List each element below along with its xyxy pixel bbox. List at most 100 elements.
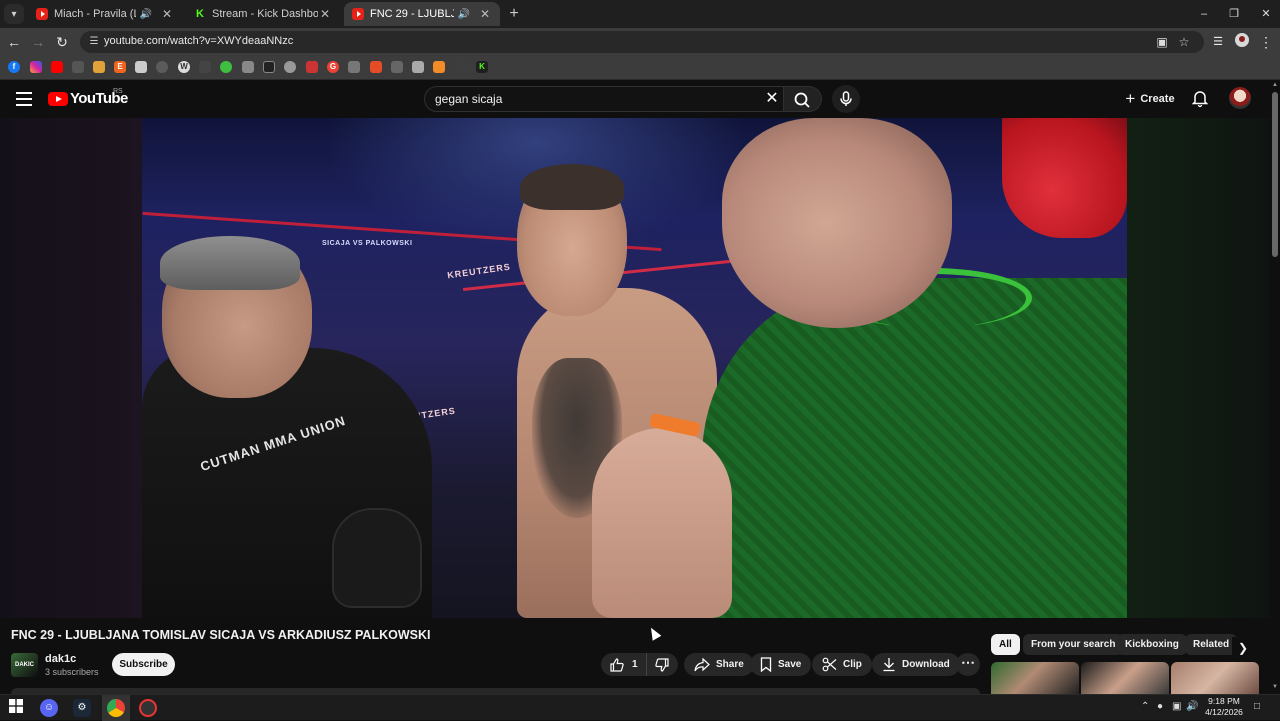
bookmark-icon[interactable] xyxy=(348,61,360,73)
page-scrollbar[interactable]: ▲ ▼ xyxy=(1270,80,1280,694)
media-control-icon[interactable]: ☰ xyxy=(1208,32,1228,52)
scroll-up-icon[interactable]: ▲ xyxy=(1271,82,1279,88)
chrome-icon[interactable] xyxy=(107,699,125,717)
tray-overflow-icon[interactable]: ⌃ xyxy=(1141,701,1149,712)
bookmark-icon[interactable] xyxy=(199,61,211,73)
cast-icon[interactable]: ▣ xyxy=(1154,34,1170,50)
bookmark-icon[interactable] xyxy=(72,61,84,73)
forward-icon[interactable]: → xyxy=(28,32,48,52)
tab-title: Stream - Kick Dashboard xyxy=(212,8,318,20)
bookmark-icon[interactable] xyxy=(135,61,147,73)
cornerman-head xyxy=(722,118,952,328)
youtube-logo-icon[interactable] xyxy=(48,92,68,106)
etsy-icon[interactable]: E xyxy=(114,61,126,73)
tab-1[interactable]: Miach - Pravila (Lyric Video) 🔊 ✕ xyxy=(28,2,182,26)
bookmark-icon[interactable] xyxy=(220,61,232,73)
bookmark-icon[interactable] xyxy=(284,61,296,73)
video-frame[interactable]: SICAJA VS PALKOWSKI KREUTZERS KREUTZERS … xyxy=(142,118,1127,618)
bookmark-icon[interactable] xyxy=(263,61,275,73)
clip-button[interactable]: Clip xyxy=(812,653,872,676)
bookmark-icon[interactable] xyxy=(93,61,105,73)
restore-icon[interactable]: ❐ xyxy=(1224,4,1244,24)
channel-avatar[interactable]: DAKIC xyxy=(11,653,38,677)
bookmark-star-icon[interactable]: ☆ xyxy=(1176,34,1192,50)
scrollbar-thumb[interactable] xyxy=(1272,92,1278,257)
minimize-icon[interactable]: – xyxy=(1194,4,1214,24)
chip-related[interactable]: Related xyxy=(1185,634,1238,655)
related-video-thumbnail[interactable] xyxy=(1081,662,1169,694)
search-input[interactable]: gegan sicaja xyxy=(435,92,502,106)
site-info-icon[interactable]: ☰ xyxy=(86,34,102,50)
video-player[interactable]: SICAJA VS PALKOWSKI KREUTZERS KREUTZERS … xyxy=(0,118,1270,618)
search-box[interactable]: gegan sicaja ✕ xyxy=(424,86,784,112)
close-tab-icon[interactable]: ✕ xyxy=(478,7,492,21)
subscribe-button[interactable]: Subscribe xyxy=(112,653,175,676)
back-icon[interactable]: ← xyxy=(4,32,24,52)
like-button[interactable]: 1 xyxy=(601,653,647,676)
scroll-down-icon[interactable]: ▼ xyxy=(1271,684,1279,690)
dislike-button[interactable] xyxy=(647,653,678,676)
volume-icon[interactable]: 🔊 xyxy=(1186,701,1198,712)
notification-center-icon[interactable]: □ xyxy=(1254,701,1260,712)
discord-icon[interactable]: ☺ xyxy=(40,699,58,717)
create-button[interactable]: + Create xyxy=(1118,86,1182,112)
speaker-icon[interactable]: 🔊 xyxy=(140,9,152,20)
save-button[interactable]: Save xyxy=(750,653,812,676)
voice-search-button[interactable] xyxy=(832,85,860,113)
tab-2[interactable]: K Stream - Kick Dashboard ✕ xyxy=(186,2,340,26)
reload-icon[interactable]: ↻ xyxy=(52,32,72,52)
google-icon[interactable]: G xyxy=(327,61,339,73)
bookmark-icon[interactable] xyxy=(433,61,445,73)
bookmark-icon[interactable] xyxy=(242,61,254,73)
clock-date: 4/12/2026 xyxy=(1205,707,1243,717)
tab-3-active[interactable]: FNC 29 - LJUBLJANA TOMISLAV SICAJA VS AR… xyxy=(344,2,500,26)
network-icon[interactable]: ▣ xyxy=(1172,701,1181,712)
share-button[interactable]: Share xyxy=(684,653,754,676)
chevron-right-icon[interactable]: ❯ xyxy=(1232,637,1254,659)
chip-all[interactable]: All xyxy=(991,634,1020,655)
system-clock[interactable]: 9:18 PM 4/12/2026 xyxy=(1198,696,1250,718)
windows-start-icon[interactable] xyxy=(7,699,25,717)
chip-kickboxing[interactable]: Kickboxing xyxy=(1117,634,1187,655)
facebook-icon[interactable]: f xyxy=(8,61,20,73)
search-button[interactable] xyxy=(784,86,822,112)
profile-avatar[interactable] xyxy=(1232,32,1252,52)
bookmark-icon[interactable] xyxy=(156,61,168,73)
kick-icon[interactable]: K xyxy=(476,61,488,73)
bookmark-icon[interactable] xyxy=(370,61,382,73)
related-video-thumbnail[interactable] xyxy=(991,662,1079,694)
account-avatar[interactable] xyxy=(1229,87,1251,109)
overlay-banner: SICAJA VS PALKOWSKI xyxy=(322,240,413,247)
video-title: FNC 29 - LJUBLJANA TOMISLAV SICAJA VS AR… xyxy=(11,628,431,642)
instagram-icon[interactable] xyxy=(30,61,42,73)
obs-icon[interactable] xyxy=(139,699,157,717)
youtube-icon[interactable] xyxy=(51,61,63,73)
tray-microphone-icon[interactable]: ● xyxy=(1157,701,1163,712)
download-button[interactable]: Download xyxy=(872,653,960,676)
hamburger-menu-icon[interactable] xyxy=(16,92,32,106)
more-actions-icon[interactable]: ⋯ xyxy=(956,653,980,676)
window-close-icon[interactable]: ✕ xyxy=(1256,4,1276,24)
address-bar[interactable]: ☰ youtube.com/watch?v=XWYdeaaNNzc ▣ ☆ xyxy=(80,31,1204,53)
notifications-bell-icon[interactable] xyxy=(1190,88,1210,108)
clear-search-icon[interactable]: ✕ xyxy=(763,90,781,108)
bookmark-icon[interactable] xyxy=(391,61,403,73)
wordpress-icon[interactable]: W xyxy=(178,61,190,73)
chip-from-your-search[interactable]: From your search xyxy=(1023,634,1124,655)
bookmark-icon[interactable] xyxy=(412,61,424,73)
bookmark-icon[interactable] xyxy=(455,61,467,73)
mouse-cursor xyxy=(646,625,662,641)
menu-kebab-icon[interactable]: ⋮ xyxy=(1256,32,1276,52)
close-tab-icon[interactable]: ✕ xyxy=(160,7,174,21)
channel-name[interactable]: dak1c xyxy=(45,653,76,665)
close-tab-icon[interactable]: ✕ xyxy=(318,7,332,21)
steam-icon[interactable]: ⚙ xyxy=(73,699,91,717)
tab-search-button[interactable]: ▾ xyxy=(4,4,24,24)
kick-icon: K xyxy=(194,8,206,20)
bookmark-icon[interactable] xyxy=(306,61,318,73)
related-video-thumbnail[interactable] xyxy=(1171,662,1259,694)
url-text[interactable]: youtube.com/watch?v=XWYdeaaNNzc xyxy=(104,35,293,47)
plus-icon: + xyxy=(1125,89,1136,108)
speaker-icon[interactable]: 🔊 xyxy=(458,9,470,20)
new-tab-button[interactable]: + xyxy=(504,4,524,24)
